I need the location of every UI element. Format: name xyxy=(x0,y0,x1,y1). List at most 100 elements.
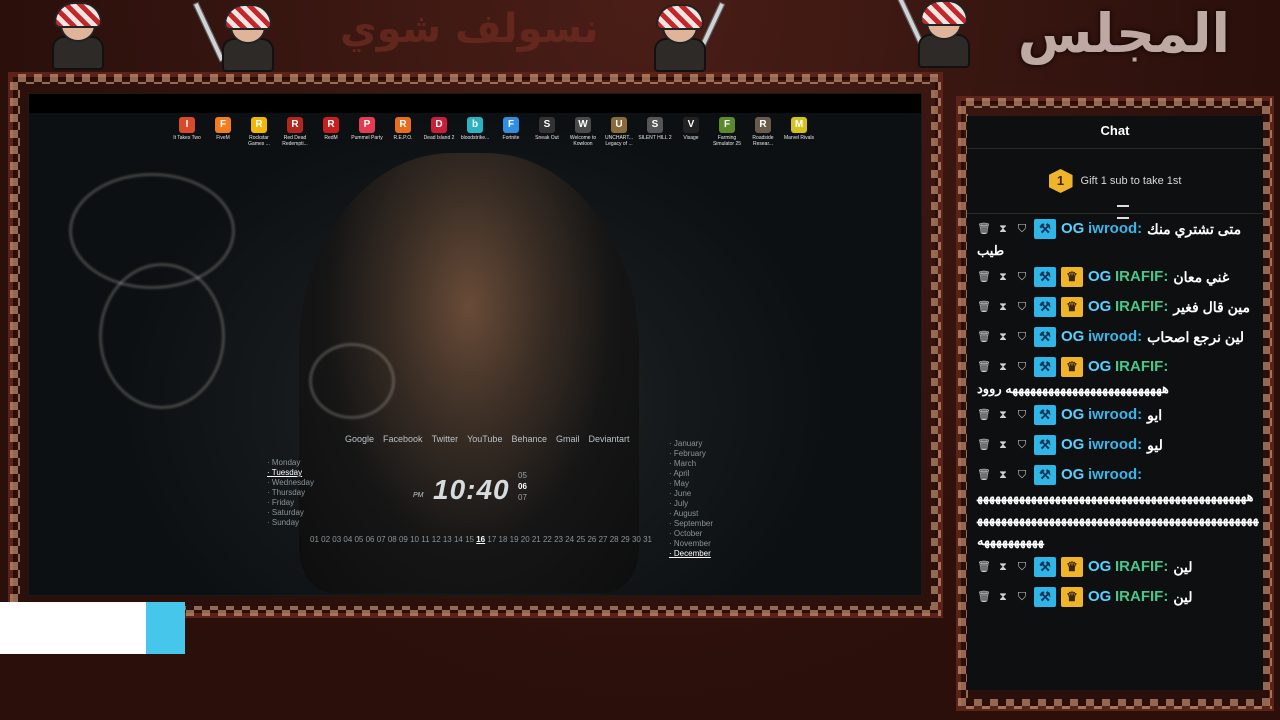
month-item[interactable]: · November xyxy=(669,539,713,549)
chat-username[interactable]: IRAFIF: xyxy=(1115,556,1168,578)
desktop-icon-label: Red Dead Redempti... xyxy=(282,135,308,147)
desktop-icon[interactable]: F FiveM xyxy=(205,113,241,147)
timeout-icon[interactable]: ⧗ xyxy=(996,404,1010,426)
month-item[interactable]: · July xyxy=(669,499,713,509)
weekday-item[interactable]: · Wednesday xyxy=(267,478,314,488)
desktop-icon[interactable]: F Farming Simulator 25 xyxy=(709,113,745,147)
delete-icon[interactable]: 🗑 xyxy=(977,266,991,288)
chat-message-row: 🗑 ⧗ ⛉ ⚒ ♛ OG IRAFIF: لين xyxy=(977,556,1259,578)
weekday-item[interactable]: · Monday xyxy=(267,458,314,468)
month-item[interactable]: · March xyxy=(669,459,713,469)
timeout-icon[interactable]: ⧗ xyxy=(996,586,1010,608)
weekday-item[interactable]: · Thursday xyxy=(267,488,314,498)
chat-message: 🗑 ⧗ ⛉ ⚒ OG iwrood: لين نرجع اصحاب xyxy=(977,326,1259,352)
desktop-icon[interactable]: R R.E.P.O. xyxy=(385,113,421,147)
desktop-icon[interactable]: M Marvel Rivals xyxy=(781,113,817,147)
delete-icon[interactable]: 🗑 xyxy=(977,586,991,608)
delete-icon[interactable]: 🗑 xyxy=(977,218,991,240)
delete-icon[interactable]: 🗑 xyxy=(977,296,991,318)
timeout-icon[interactable]: ⧗ xyxy=(996,356,1010,378)
timeout-icon[interactable]: ⧗ xyxy=(996,434,1010,456)
month-item[interactable]: · June xyxy=(669,489,713,499)
chat-username[interactable]: IRAFIF: xyxy=(1115,586,1168,608)
timeout-icon[interactable]: ⧗ xyxy=(996,556,1010,578)
chat-username[interactable]: IRAFIF: xyxy=(1115,356,1168,378)
chat-username[interactable]: iwrood: xyxy=(1088,464,1142,486)
timeout-icon[interactable]: ⧗ xyxy=(996,296,1010,318)
delete-icon[interactable]: 🗑 xyxy=(977,464,991,486)
desktop-icon[interactable]: W Welcome to Kowloon xyxy=(565,113,601,147)
timeout-icon[interactable]: ⧗ xyxy=(996,266,1010,288)
lower-info-bar xyxy=(0,602,146,654)
gift-sub-banner[interactable]: 1 Gift 1 sub to take 1st xyxy=(967,149,1263,219)
timeout-icon[interactable]: ⧗ xyxy=(996,218,1010,240)
delete-icon[interactable]: 🗑 xyxy=(977,326,991,348)
desktop-icon[interactable]: R Rockstar Games ... xyxy=(241,113,277,147)
month-item[interactable]: · May xyxy=(669,479,713,489)
chat-title: Chat xyxy=(967,116,1263,149)
weekday-item[interactable]: · Friday xyxy=(267,498,314,508)
month-item[interactable]: · September xyxy=(669,519,713,529)
delete-icon[interactable]: 🗑 xyxy=(977,404,991,426)
month-item[interactable]: · January xyxy=(669,439,713,449)
chat-message: 🗑 ⧗ ⛉ ⚒ ♛ OG IRAFIF: لين xyxy=(977,586,1259,612)
desktop-icon[interactable]: I It Takes Two xyxy=(169,113,205,147)
shield-icon[interactable]: ⛉ xyxy=(1015,404,1029,426)
desktop-icon[interactable]: S Sneak Out xyxy=(529,113,565,147)
shield-icon[interactable]: ⛉ xyxy=(1015,556,1029,578)
quick-link[interactable]: Gmail xyxy=(556,434,580,444)
month-item[interactable]: · April xyxy=(669,469,713,479)
chat-username[interactable]: iwrood: xyxy=(1088,218,1142,240)
quick-link[interactable]: Twitter xyxy=(432,434,459,444)
desktop-icon[interactable]: S SILENT HILL 2 xyxy=(637,113,673,147)
active-date: 16 xyxy=(476,535,486,544)
chat-username[interactable]: IRAFIF: xyxy=(1115,296,1168,318)
chat-message-text: ليو xyxy=(1147,437,1163,453)
month-item[interactable]: · February xyxy=(669,449,713,459)
chat-username[interactable]: iwrood: xyxy=(1088,326,1142,348)
delete-icon[interactable]: 🗑 xyxy=(977,434,991,456)
og-badge-icon: OG xyxy=(1061,466,1085,483)
desktop-icon[interactable]: R Roadside Resear... xyxy=(745,113,781,147)
chat-username[interactable]: iwrood: xyxy=(1088,404,1142,426)
month-item[interactable]: · October xyxy=(669,529,713,539)
desktop-icon[interactable]: V Visage xyxy=(673,113,709,147)
desktop-icon[interactable]: D Dead Island 2 xyxy=(421,113,457,147)
weekday-item[interactable]: · Tuesday xyxy=(267,468,314,478)
delete-icon[interactable]: 🗑 xyxy=(977,556,991,578)
desktop-icon[interactable]: U UNCHART... Legacy of ... xyxy=(601,113,637,147)
moderator-badge-icon: ⚒ xyxy=(1034,557,1056,577)
timeout-icon[interactable]: ⧗ xyxy=(996,464,1010,486)
desktop-icon[interactable]: b bloodstrike... xyxy=(457,113,493,147)
shield-icon[interactable]: ⛉ xyxy=(1015,434,1029,456)
pause-chat-icon[interactable] xyxy=(1117,205,1129,219)
month-item[interactable]: · December xyxy=(669,549,713,559)
shield-icon[interactable]: ⛉ xyxy=(1015,464,1029,486)
quick-link[interactable]: Deviantart xyxy=(589,434,630,444)
quick-link[interactable]: Behance xyxy=(511,434,547,444)
seconds-next: 07 xyxy=(518,493,527,502)
shield-icon[interactable]: ⛉ xyxy=(1015,218,1029,240)
chat-username[interactable]: IRAFIF: xyxy=(1115,266,1168,288)
chat-message-text: مين قال فغير xyxy=(1173,299,1251,315)
desktop-icon[interactable]: F Fortnite xyxy=(493,113,529,147)
pummel-icon: P xyxy=(359,117,375,133)
quick-link[interactable]: Facebook xyxy=(383,434,423,444)
desktop-icon[interactable]: P Pummel Party xyxy=(349,113,385,147)
shield-icon[interactable]: ⛉ xyxy=(1015,266,1029,288)
timeout-icon[interactable]: ⧗ xyxy=(996,326,1010,348)
weekday-item[interactable]: · Saturday xyxy=(267,508,314,518)
desktop-icon[interactable]: R RedM xyxy=(313,113,349,147)
weekday-item[interactable]: · Sunday xyxy=(267,518,314,528)
delete-icon[interactable]: 🗑 xyxy=(977,356,991,378)
quick-link[interactable]: Google xyxy=(345,434,374,444)
shield-icon[interactable]: ⛉ xyxy=(1015,586,1029,608)
desktop-icon[interactable]: R Red Dead Redempti... xyxy=(277,113,313,147)
quick-link[interactable]: YouTube xyxy=(467,434,502,444)
shield-icon[interactable]: ⛉ xyxy=(1015,296,1029,318)
shield-icon[interactable]: ⛉ xyxy=(1015,356,1029,378)
desktop-wallpaper xyxy=(29,113,921,595)
month-item[interactable]: · August xyxy=(669,509,713,519)
shield-icon[interactable]: ⛉ xyxy=(1015,326,1029,348)
chat-username[interactable]: iwrood: xyxy=(1088,434,1142,456)
